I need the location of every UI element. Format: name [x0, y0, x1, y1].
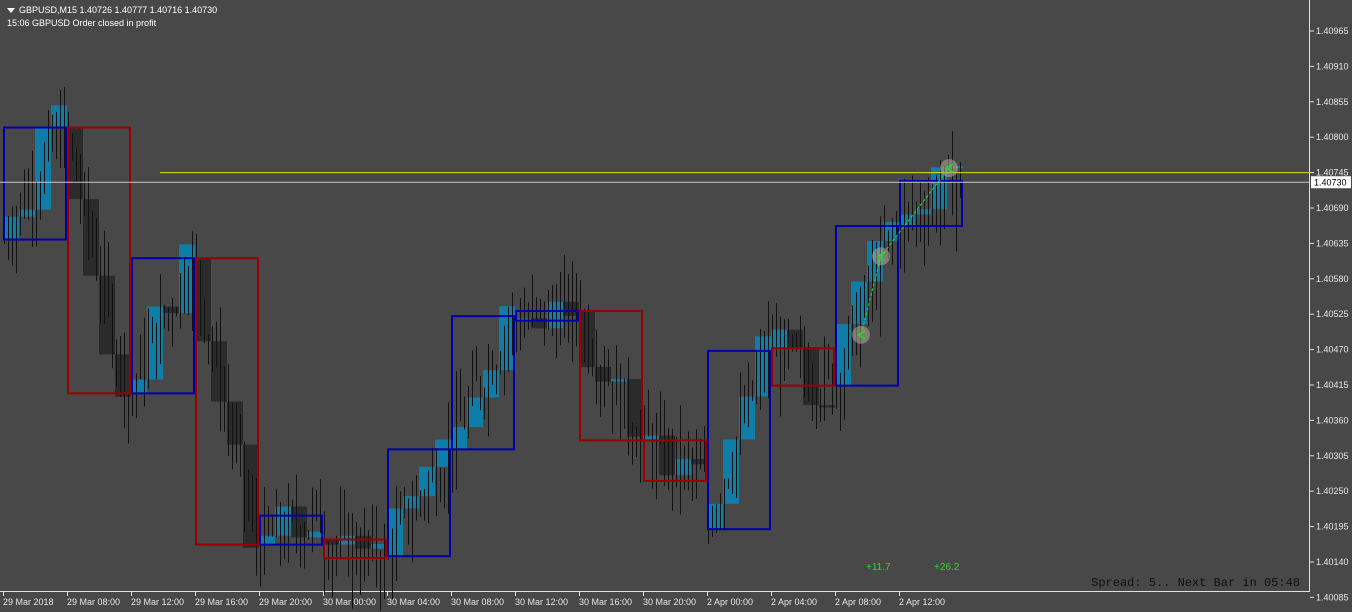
price-tick-label: 1.40360	[1316, 415, 1349, 425]
time-tick-label: 2 Apr 12:00	[899, 597, 945, 607]
price-tick-label: 1.40525	[1316, 309, 1349, 319]
price-tick-label: 1.40635	[1316, 238, 1349, 248]
time-tick-label: 29 Mar 20:00	[259, 597, 312, 607]
time-tick-label: 30 Mar 16:00	[579, 597, 632, 607]
time-tick-label: 2 Apr 08:00	[835, 597, 881, 607]
time-tick-label: 30 Mar 12:00	[515, 597, 568, 607]
trade-profit-label: +26.2	[934, 562, 960, 573]
time-tick-label: 2 Apr 00:00	[707, 597, 753, 607]
bear-body-bar[interactable]	[195, 258, 211, 342]
price-tick-label: 1.40085	[1316, 592, 1349, 602]
trade-marker-halo	[872, 247, 890, 266]
price-tick-label: 1.40965	[1316, 26, 1349, 36]
candlestick-chart[interactable]: 1.40965 1.40910 1.40855 1.40800 1.40745 1.406…	[0, 0, 1352, 612]
dropdown-triangle-icon[interactable]	[7, 8, 15, 14]
bull-body-bar[interactable]	[451, 427, 467, 450]
bull-body-bar[interactable]	[739, 396, 755, 440]
symbol-info-text: GBPUSD,M15 1.40726 1.40777 1.40716 1.407…	[19, 5, 218, 15]
time-tick-label: 30 Mar 08:00	[451, 597, 504, 607]
price-tick-label: 1.40745	[1316, 168, 1349, 178]
price-tick-label: 1.40800	[1316, 132, 1349, 142]
price-tick-label: 1.40910	[1316, 61, 1349, 71]
symbol-info-line: GBPUSD,M15 1.40726 1.40777 1.40716 1.407…	[7, 5, 217, 15]
trade-profit-label: +11.7	[866, 562, 891, 573]
time-tick-label: 29 Mar 2018	[3, 597, 54, 607]
time-tick-label: 29 Mar 16:00	[195, 597, 248, 607]
time-tick-label: 30 Mar 00:00	[323, 597, 376, 607]
current-price-tag-label: 1.40730	[1314, 177, 1347, 187]
price-tick-label: 1.40855	[1316, 97, 1349, 107]
spread-timer-text: Spread: 5.. Next Bar in 05:48	[1091, 576, 1300, 590]
price-tick-label: 1.40470	[1316, 345, 1349, 355]
time-tick-label: 2 Apr 04:00	[771, 597, 817, 607]
trade-marker-halo	[852, 325, 870, 344]
status-message: 15:06 GBPUSD Order closed in profit	[7, 18, 157, 28]
price-tick-label: 1.40415	[1316, 380, 1349, 390]
price-tick-label: 1.40250	[1316, 486, 1349, 496]
price-tick-label: 1.40305	[1316, 451, 1349, 461]
price-tick-label: 1.40140	[1316, 557, 1349, 567]
time-tick-label: 30 Mar 20:00	[643, 597, 696, 607]
trade-marker-halo	[940, 159, 958, 178]
time-tick-label: 29 Mar 12:00	[131, 597, 184, 607]
bear-body-bar[interactable]	[115, 354, 131, 397]
time-tick-label: 30 Mar 04:00	[387, 597, 440, 607]
price-tick-label: 1.40195	[1316, 522, 1349, 532]
price-tick-label: 1.40690	[1316, 203, 1349, 213]
price-tick-label: 1.40580	[1316, 274, 1349, 284]
time-tick-label: 29 Mar 08:00	[67, 597, 120, 607]
bull-body-bar[interactable]	[259, 535, 275, 545]
